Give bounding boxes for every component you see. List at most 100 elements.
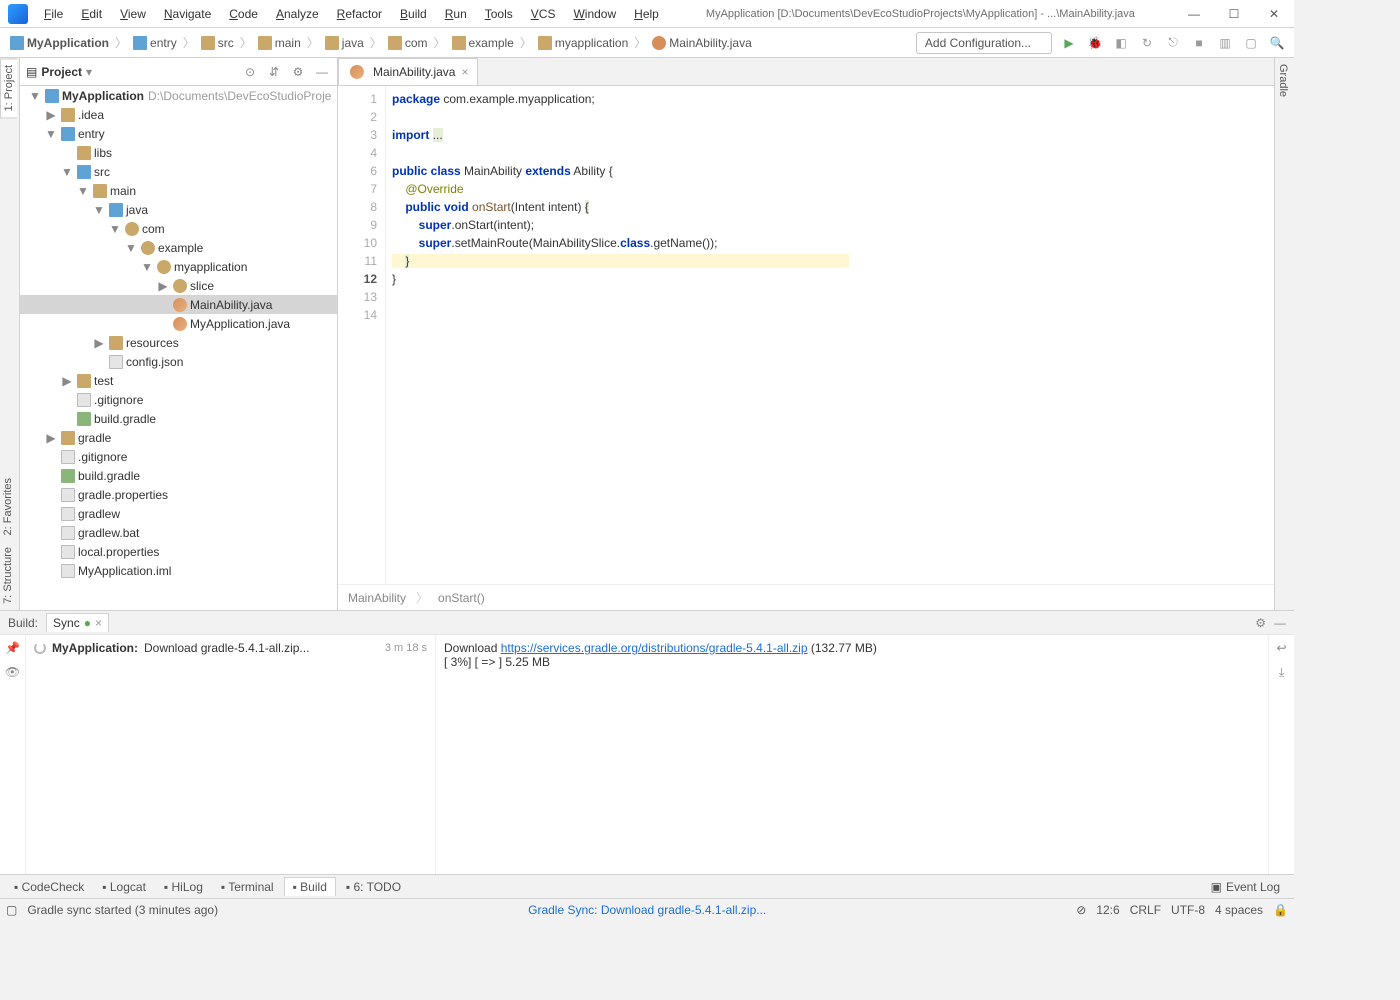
tree-node[interactable]: ▼entry: [20, 124, 337, 143]
build-hide-icon[interactable]: —: [1274, 616, 1286, 630]
menu-navigate[interactable]: Navigate: [156, 3, 219, 25]
collapse-icon[interactable]: ⇵: [265, 63, 283, 81]
hide-icon[interactable]: —: [313, 63, 331, 81]
profile-button[interactable]: ↻: [1136, 32, 1158, 54]
structure-tool-tab[interactable]: 7: Structure: [0, 541, 16, 610]
build-settings-icon[interactable]: ⚙: [1255, 616, 1266, 630]
encoding[interactable]: UTF-8: [1171, 903, 1205, 917]
minimize-button[interactable]: —: [1174, 0, 1214, 28]
tree-node[interactable]: ▶test: [20, 371, 337, 390]
debug-button[interactable]: 🐞: [1084, 32, 1106, 54]
event-log-tab[interactable]: ▣ Event Log: [1203, 878, 1288, 896]
bottom-tab-build[interactable]: ▪ Build: [284, 877, 336, 896]
run-button[interactable]: ▶: [1058, 32, 1080, 54]
breadcrumb-item[interactable]: com: [384, 34, 432, 52]
tree-node[interactable]: ▶gradle: [20, 428, 337, 447]
status-sync-message[interactable]: Gradle Sync: Download gradle-5.4.1-all.z…: [528, 903, 766, 917]
tree-node[interactable]: build.gradle: [20, 466, 337, 485]
tree-node[interactable]: libs: [20, 143, 337, 162]
breadcrumb-item[interactable]: example: [448, 34, 518, 52]
tree-node[interactable]: MyApplication.iml: [20, 561, 337, 580]
bottom-tab-hilog[interactable]: ▪ HiLog: [156, 878, 211, 896]
breadcrumb-item[interactable]: MainAbility.java: [648, 34, 755, 52]
tree-node[interactable]: ▼java: [20, 200, 337, 219]
tree-node[interactable]: local.properties: [20, 542, 337, 561]
indent[interactable]: 4 spaces: [1215, 903, 1263, 917]
settings-icon[interactable]: ⚙: [289, 63, 307, 81]
tree-node[interactable]: gradle.properties: [20, 485, 337, 504]
menu-build[interactable]: Build: [392, 3, 435, 25]
breadcrumb-item[interactable]: java: [321, 34, 368, 52]
menu-analyze[interactable]: Analyze: [268, 3, 327, 25]
breadcrumb-item[interactable]: myapplication: [534, 34, 632, 52]
menu-run[interactable]: Run: [437, 3, 475, 25]
menu-refactor[interactable]: Refactor: [329, 3, 390, 25]
soft-wrap-icon[interactable]: ↩: [1276, 641, 1286, 655]
maximize-button[interactable]: ☐: [1214, 0, 1254, 28]
tree-node[interactable]: MainAbility.java: [20, 295, 337, 314]
scroll-end-icon[interactable]: ⤓: [1279, 665, 1284, 680]
breadcrumb-item[interactable]: entry: [129, 34, 181, 52]
source-code[interactable]: package com.example.myapplication; impor…: [386, 86, 1274, 584]
search-everywhere-button[interactable]: 🔍: [1266, 32, 1288, 54]
code-crumb-class[interactable]: MainAbility: [348, 591, 406, 605]
tree-node[interactable]: MyApplication.java: [20, 314, 337, 333]
code-crumb-method[interactable]: onStart(): [438, 591, 485, 605]
menu-help[interactable]: Help: [626, 3, 667, 25]
bottom-tab-terminal[interactable]: ▪ Terminal: [213, 878, 282, 896]
avd-button[interactable]: ▢: [1240, 32, 1262, 54]
tree-node[interactable]: ▶.idea: [20, 105, 337, 124]
breadcrumb-item[interactable]: src: [197, 34, 238, 52]
tree-node[interactable]: .gitignore: [20, 447, 337, 466]
lock-icon[interactable]: 🔒: [1273, 903, 1288, 917]
tree-node[interactable]: ▼main: [20, 181, 337, 200]
bottom-tool-tabs: ▪ CodeCheck▪ Logcat▪ HiLog▪ Terminal▪ Bu…: [0, 874, 1294, 898]
menu-window[interactable]: Window: [565, 3, 624, 25]
tree-node[interactable]: ▶slice: [20, 276, 337, 295]
line-ending[interactable]: CRLF: [1130, 903, 1161, 917]
add-configuration-button[interactable]: Add Configuration...: [916, 32, 1052, 54]
layout-button[interactable]: ▥: [1214, 32, 1236, 54]
build-log[interactable]: Download https://services.gradle.org/dis…: [436, 635, 1268, 874]
menu-code[interactable]: Code: [221, 3, 266, 25]
pin-icon[interactable]: 📌: [5, 641, 20, 655]
editor-tab[interactable]: MainAbility.java ×: [338, 58, 478, 85]
locate-icon[interactable]: ⊙: [241, 63, 259, 81]
favorites-tool-tab[interactable]: 2: Favorites: [0, 472, 16, 541]
bottom-tab-codecheck[interactable]: ▪ CodeCheck: [6, 878, 92, 896]
project-tool-tab[interactable]: 1: Project: [0, 58, 17, 118]
tree-node[interactable]: gradlew: [20, 504, 337, 523]
tree-node[interactable]: ▼com: [20, 219, 337, 238]
eye-icon[interactable]: 👁: [5, 665, 20, 679]
gradle-tool-tab[interactable]: Gradle: [1275, 58, 1291, 103]
tree-node[interactable]: gradlew.bat: [20, 523, 337, 542]
tree-node[interactable]: ▼myapplication: [20, 257, 337, 276]
menu-edit[interactable]: Edit: [73, 3, 110, 25]
close-button[interactable]: ✕: [1254, 0, 1294, 28]
stop-button[interactable]: ■: [1188, 32, 1210, 54]
tree-node[interactable]: config.json: [20, 352, 337, 371]
tree-node[interactable]: .gitignore: [20, 390, 337, 409]
tree-node[interactable]: ▼src: [20, 162, 337, 181]
tree-node[interactable]: build.gradle: [20, 409, 337, 428]
bottom-tab-logcat[interactable]: ▪ Logcat: [94, 878, 154, 896]
project-tree[interactable]: ▼MyApplicationD:\Documents\DevEcoStudioP…: [20, 86, 337, 610]
download-url-link[interactable]: https://services.gradle.org/distribution…: [501, 641, 808, 655]
menu-view[interactable]: View: [112, 3, 154, 25]
attach-button[interactable]: ⎋: [1162, 32, 1184, 54]
bottom-tab-todo[interactable]: ▪ 6: TODO: [338, 878, 409, 896]
menu-file[interactable]: File: [36, 3, 71, 25]
code-editor[interactable]: 123467891011121314 package com.example.m…: [338, 86, 1274, 584]
menu-vcs[interactable]: VCS: [523, 3, 564, 25]
tree-node[interactable]: ▼MyApplicationD:\Documents\DevEcoStudioP…: [20, 86, 337, 105]
menu-tools[interactable]: Tools: [477, 3, 521, 25]
build-task-row[interactable]: MyApplication: Download gradle-5.4.1-all…: [34, 641, 427, 655]
tree-node[interactable]: ▼example: [20, 238, 337, 257]
cursor-position[interactable]: 12:6: [1096, 903, 1119, 917]
breadcrumb-item[interactable]: MyApplication: [6, 34, 113, 52]
close-tab-icon[interactable]: ×: [461, 65, 468, 79]
tree-node[interactable]: ▶resources: [20, 333, 337, 352]
coverage-button[interactable]: ◧: [1110, 32, 1132, 54]
breadcrumb-item[interactable]: main: [254, 34, 305, 52]
build-sync-tab[interactable]: Sync●×: [46, 613, 109, 632]
